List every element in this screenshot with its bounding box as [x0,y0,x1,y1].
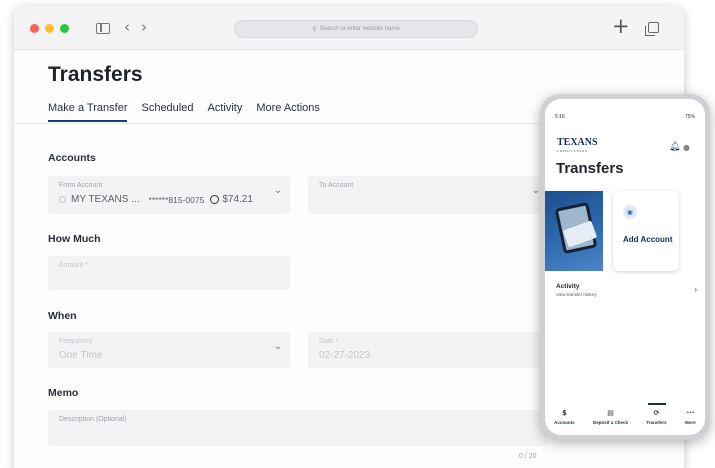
from-account-name: MY TEXANS ... [71,194,140,205]
browser-toolbar: ‹ › ⚲ Search or enter website name + [14,6,684,50]
from-account-value: MY TEXANS ... ******815-0075 $74.21 [59,194,253,205]
memo-input[interactable]: Description (Optional) [48,410,548,446]
when-heading: When [48,310,77,322]
close-window-button[interactable] [30,24,39,33]
transfer-tabs: Make a Transfer Scheduled Activity More … [48,102,320,122]
phone-status-bar: 5:16 75% [555,114,695,120]
activity-title: Activity [556,283,580,290]
add-account-icon: ▣ [623,205,637,219]
chevron-down-icon: ⌄ [531,185,540,196]
nav-more-label: More [685,420,696,425]
window-controls [30,24,69,33]
phone-mockup: 5:16 75% TEXANS CREDIT UNION 🔔︎ ● Transf… [540,94,710,440]
nav-more[interactable]: ··· More [685,409,696,425]
phone-bottom-nav: $ Accounts ▤ Deposit a Check ⟳ Transfers… [545,403,705,425]
bell-icon[interactable]: 🔔︎ [669,142,680,152]
to-account-select[interactable]: To Account ⌄ [308,176,548,214]
more-icon: ··· [686,409,695,417]
zoom-window-button[interactable] [60,24,69,33]
memo-placeholder: Description (Optional) [59,416,127,423]
memo-heading: Memo [48,387,79,399]
back-icon[interactable]: ‹ [124,18,130,36]
new-tab-icon[interactable]: + [612,14,630,38]
add-account-label: Add Account [623,235,673,244]
logo-subtext: CREDIT UNION [557,149,588,153]
chevron-right-icon: › [694,285,697,294]
nav-accounts-label: Accounts [554,420,575,425]
logo-text: TEXANS [557,137,598,148]
nav-accounts[interactable]: $ Accounts [554,409,575,425]
chevron-down-icon: ⌄ [273,185,282,196]
check-icon: ▤ [607,409,614,417]
from-account-select[interactable]: From Account MY TEXANS ... ******815-007… [48,176,290,214]
status-battery: 75% [684,114,695,120]
accounts-heading: Accounts [48,152,96,164]
tabs-overview-icon[interactable] [645,22,659,36]
activity-subtitle: View transfer history [556,292,597,297]
minimize-window-button[interactable] [45,24,54,33]
nav-deposit-check[interactable]: ▤ Deposit a Check [593,409,628,425]
memo-char-counter: 0 / 20 [519,453,537,460]
from-account-label: From Account [59,182,103,189]
how-much-heading: How Much [48,233,101,245]
activity-row[interactable]: Activity View transfer history › [556,283,697,297]
frequency-label: Frequency [59,338,93,345]
action-cards: ▣ Add Account [545,191,705,271]
phone-page-title: Transfers [556,160,624,177]
frequency-value: One Time [59,350,103,361]
balance-icon [210,195,220,204]
forward-icon[interactable]: › [141,18,147,36]
nav-deposit-label: Deposit a Check [593,420,629,425]
sidebar-icon[interactable] [96,23,110,34]
date-value: 02-27-2023 [319,350,371,361]
from-account-number: ******815-0075 [148,194,205,205]
transfer-illustration [545,191,603,271]
to-account-label: To Account [319,182,354,189]
status-time: 5:16 [555,114,565,120]
tab-more-actions[interactable]: More Actions [256,102,320,122]
phone-screen: 5:16 75% TEXANS CREDIT UNION 🔔︎ ● Transf… [545,99,705,435]
tab-make-a-transfer[interactable]: Make a Transfer [48,102,128,122]
tab-scheduled[interactable]: Scheduled [141,102,193,122]
amount-label: Amount * [59,262,88,269]
texans-logo: TEXANS CREDIT UNION [557,137,598,153]
add-account-card[interactable]: ▣ Add Account [613,191,679,271]
from-account-balance: $74.21 [222,194,253,205]
search-icon: ⚲ [312,26,317,33]
dollar-icon: $ [561,409,567,417]
page-title: Transfers [48,63,143,86]
address-bar[interactable]: ⚲ Search or enter website name [234,20,478,38]
chevron-down-icon: ⌄ [273,341,282,352]
nav-transfers-label: Transfers [646,420,667,425]
account-radio-icon [59,196,66,203]
address-placeholder: Search or enter website name [319,26,400,32]
transfer-icon: ⟳ [653,409,660,417]
date-input[interactable]: Date * 02-27-2023 [308,332,548,368]
frequency-select[interactable]: Frequency One Time ⌄ [48,332,290,368]
date-label: Date * [319,338,339,345]
nav-transfers[interactable]: ⟳ Transfers [646,403,667,425]
tab-activity[interactable]: Activity [207,102,242,122]
user-icon[interactable]: ● [683,143,690,152]
amount-input[interactable]: Amount * [48,256,290,290]
